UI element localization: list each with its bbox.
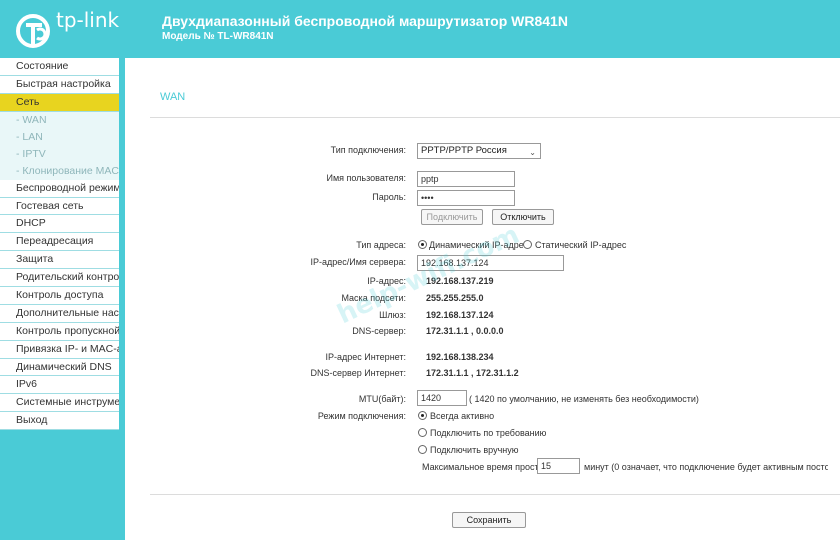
address-type-label: Тип адреса:: [356, 240, 406, 250]
internet-ip-label: IP-адрес Интернет:: [325, 352, 406, 362]
sidebar-item-system-tools[interactable]: Системные инструменты: [0, 394, 119, 413]
top-divider: [150, 117, 840, 118]
password-label: Пароль:: [372, 192, 406, 202]
sidebar-item-ip-mac-binding[interactable]: Привязка IP- и MAC-адресов: [0, 340, 119, 359]
mtu-input[interactable]: 1420: [417, 390, 467, 406]
connection-type-label: Тип подключения:: [330, 145, 406, 155]
sidebar-submenu: - WAN - LAN - IPTV - Клонирование MAC-ад…: [0, 111, 119, 180]
mode-label: Режим подключения:: [317, 411, 406, 421]
logo-text: tp-link: [56, 8, 120, 32]
chevron-down-icon: ⌄: [529, 148, 536, 157]
sidebar-item-wireless[interactable]: Беспроводной режим: [0, 179, 119, 198]
static-ip-radio[interactable]: [523, 240, 532, 249]
sidebar-menu: Состояние Быстрая настройка Сеть - WAN -…: [0, 58, 119, 431]
connection-type-value: PPTP/PPTP Россия: [421, 145, 507, 156]
password-input[interactable]: ••••: [417, 190, 515, 206]
mode-always-radio[interactable]: [418, 411, 427, 420]
sidebar-item-guest-network[interactable]: Гостевая сеть: [0, 197, 119, 216]
bottom-divider: [150, 494, 840, 495]
server-label: IP-адрес/Имя сервера:: [310, 257, 406, 267]
sidebar-item-network[interactable]: Сеть: [0, 93, 119, 112]
sidebar-item-advanced[interactable]: Дополнительные настройки: [0, 304, 119, 323]
save-button[interactable]: Сохранить: [452, 512, 526, 528]
sidebar-item-dhcp[interactable]: DHCP: [0, 215, 119, 234]
connect-button[interactable]: Подключить: [421, 209, 483, 225]
internet-ip-value: 192.168.138.234: [426, 352, 494, 362]
sidebar-item-status[interactable]: Состояние: [0, 58, 119, 76]
sidebar-item-logout[interactable]: Выход: [0, 412, 119, 431]
idle-time-hint: минут (0 означает, что подключение будет…: [584, 462, 828, 472]
mode-manual-label: Подключить вручную: [430, 445, 519, 455]
sidebar-subitem-lan[interactable]: - LAN: [0, 128, 119, 146]
sidebar-subitem-iptv[interactable]: - IPTV: [0, 145, 119, 163]
section-title: WAN: [160, 91, 186, 103]
sidebar-item-security[interactable]: Защита: [0, 251, 119, 270]
gateway-value: 192.168.137.124: [426, 310, 494, 320]
sidebar-item-bandwidth[interactable]: Контроль пропускной способности: [0, 322, 119, 341]
sidebar-item-access-control[interactable]: Контроль доступа: [0, 287, 119, 305]
internet-dns-value: 172.31.1.1 , 172.31.1.2: [426, 368, 519, 378]
username-input[interactable]: pptp: [417, 171, 515, 187]
idle-time-label: Максимальное время простоя:: [422, 462, 551, 472]
model-number: Модель № TL-WR841N: [162, 31, 274, 42]
sidebar-item-forwarding[interactable]: Переадресация: [0, 233, 119, 252]
username-label: Имя пользователя:: [326, 173, 406, 183]
sidebar-subitem-wan[interactable]: - WAN: [0, 111, 119, 129]
mode-demand-label: Подключить по требованию: [430, 428, 547, 438]
dns-label: DNS-сервер:: [352, 326, 406, 336]
dns-value: 172.31.1.1 , 0.0.0.0: [426, 326, 504, 336]
mtu-label: MTU(байт):: [358, 394, 406, 404]
mode-demand-radio[interactable]: [418, 428, 427, 437]
page-title: Двухдиапазонный беспроводной маршрутизат…: [162, 13, 568, 29]
mtu-hint: ( 1420 по умолчанию, не изменять без нео…: [469, 394, 699, 404]
connection-type-select[interactable]: PPTP/PPTP Россия ⌄: [417, 143, 541, 159]
dynamic-ip-radio[interactable]: [418, 240, 427, 249]
mode-manual-radio[interactable]: [418, 445, 427, 454]
disconnect-button[interactable]: Отключить: [492, 209, 554, 225]
header-bar: tp-link Двухдиапазонный беспроводной мар…: [0, 0, 840, 58]
sidebar-item-quick-setup[interactable]: Быстрая настройка: [0, 75, 119, 94]
sidebar-item-ddns[interactable]: Динамический DNS: [0, 358, 119, 377]
internet-dns-label: DNS-сервер Интернет:: [310, 368, 406, 378]
mask-value: 255.255.255.0: [426, 293, 484, 303]
static-ip-label: Статический IP-адрес: [535, 240, 627, 250]
sidebar-item-ipv6[interactable]: IPv6: [0, 376, 119, 395]
idle-time-input[interactable]: 15: [537, 458, 580, 474]
mode-always-label: Всегда активно: [430, 411, 495, 421]
sidebar-item-parental-control[interactable]: Родительский контроль: [0, 269, 119, 288]
sidebar-subitem-mac-clone[interactable]: - Клонирование MAC-адреса: [0, 162, 119, 180]
